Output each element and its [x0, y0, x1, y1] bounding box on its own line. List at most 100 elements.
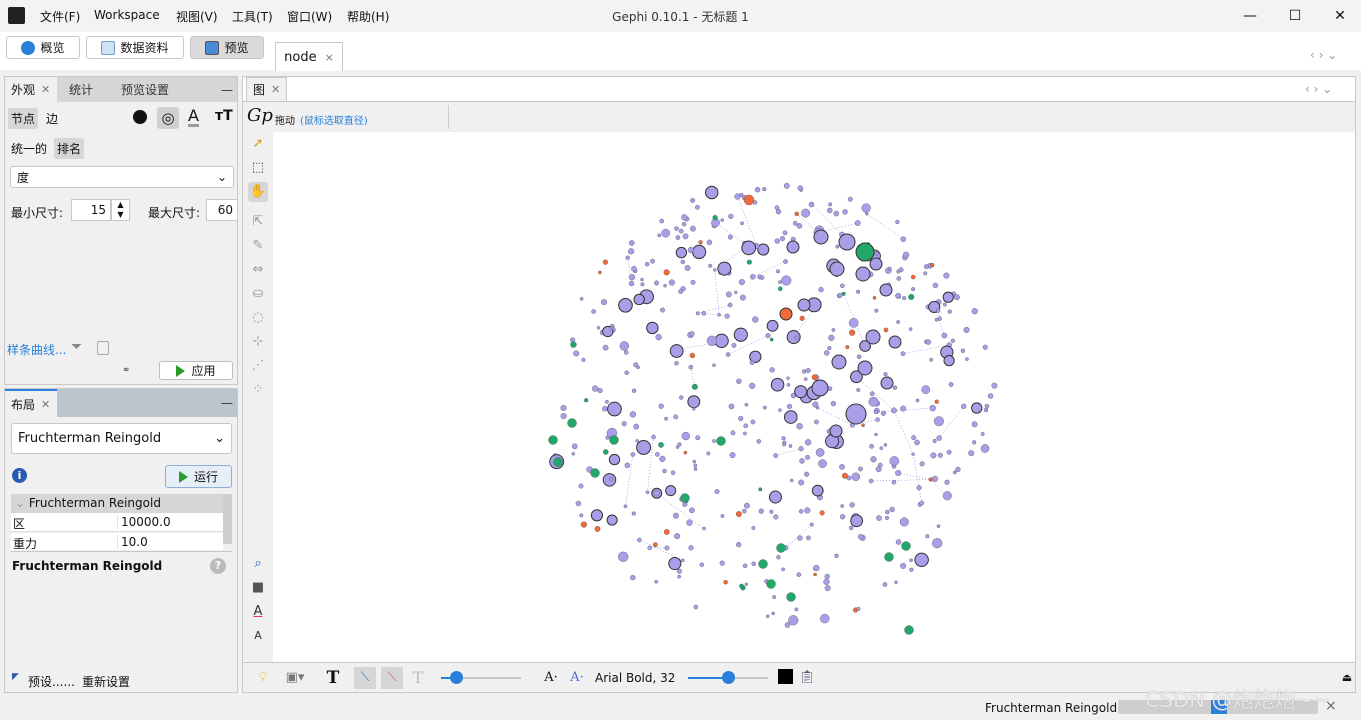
graph-node[interactable]: [673, 414, 679, 420]
graph-node[interactable]: [944, 479, 950, 485]
graph-node[interactable]: [948, 382, 954, 387]
graph-node[interactable]: [678, 228, 684, 234]
graph-node[interactable]: [783, 410, 798, 424]
graph-node[interactable]: [882, 582, 888, 587]
graph-node[interactable]: [743, 431, 747, 436]
graph-node[interactable]: [693, 467, 698, 471]
max-size-input[interactable]: 60: [206, 199, 238, 221]
graph-node[interactable]: [889, 506, 895, 513]
doc-tab-node[interactable]: node ×: [275, 42, 343, 71]
graph-node[interactable]: [567, 418, 577, 428]
graph-node[interactable]: [655, 452, 660, 457]
graph-node[interactable]: [680, 558, 685, 563]
graph-node[interactable]: [827, 346, 832, 351]
graph-node[interactable]: [937, 316, 942, 321]
graph-node[interactable]: [811, 379, 829, 397]
graph-node[interactable]: [779, 307, 793, 321]
graph-node[interactable]: [751, 561, 756, 566]
graph-node[interactable]: [883, 372, 888, 377]
graph-node[interactable]: [640, 282, 645, 287]
graph-node[interactable]: [581, 357, 586, 362]
graph-node[interactable]: [608, 453, 621, 466]
graph-node[interactable]: [831, 354, 847, 370]
tab-layout[interactable]: 布局 ✕: [5, 389, 57, 417]
graph-node[interactable]: [908, 294, 915, 300]
graph-node[interactable]: [607, 401, 622, 417]
graph-node[interactable]: [602, 344, 609, 351]
graph-node[interactable]: [874, 251, 879, 256]
graph-node[interactable]: [658, 403, 664, 409]
graph-node[interactable]: [840, 504, 845, 508]
graph-node[interactable]: [749, 382, 756, 389]
graph-node[interactable]: [776, 269, 780, 274]
graph-node[interactable]: [739, 294, 746, 301]
property-row[interactable]: 重力 10.0: [11, 533, 223, 550]
graph-node[interactable]: [621, 421, 627, 427]
graph-node[interactable]: [941, 332, 948, 339]
minimize-panel-icon[interactable]: —: [215, 77, 239, 102]
graph-node[interactable]: [987, 393, 994, 399]
graph-node[interactable]: [578, 483, 584, 489]
property-scrollbar[interactable]: [223, 494, 232, 544]
graph-node[interactable]: [690, 225, 696, 232]
graph-node[interactable]: [856, 606, 861, 611]
graph-node[interactable]: [633, 362, 639, 368]
link-icon[interactable]: ⚭: [122, 365, 130, 376]
graph-node[interactable]: [706, 451, 711, 456]
graph-node[interactable]: [880, 410, 886, 416]
graph-node[interactable]: [714, 489, 720, 494]
spline-link[interactable]: 样条曲线...: [7, 341, 66, 358]
graph-node[interactable]: [784, 622, 791, 628]
graph-node[interactable]: [661, 228, 671, 238]
graph-node[interactable]: [734, 290, 738, 294]
graph-node[interactable]: [841, 291, 846, 296]
graph-node[interactable]: [868, 478, 874, 484]
graph-node[interactable]: [805, 368, 811, 373]
data-lab-button[interactable]: 数据资料: [86, 36, 184, 59]
paint-bucket-icon[interactable]: ⛀: [248, 284, 268, 304]
graph-node[interactable]: [738, 279, 745, 286]
graph-node[interactable]: [601, 299, 608, 306]
graph-node[interactable]: [786, 592, 796, 602]
add-edge-icon[interactable]: ⋰: [248, 356, 268, 376]
graph-node[interactable]: [937, 452, 943, 458]
lightbulb-icon[interactable]: 💡︎: [254, 667, 272, 689]
collapse-toolbar-icon[interactable]: ⏏: [1340, 667, 1354, 689]
graph-node[interactable]: [965, 357, 969, 361]
graph-node[interactable]: [689, 331, 695, 337]
font-color-icon[interactable]: A·: [568, 667, 586, 689]
graph-node[interactable]: [669, 344, 684, 358]
graph-node[interactable]: [706, 335, 717, 346]
graph-node[interactable]: [758, 508, 764, 514]
graph-node[interactable]: [888, 266, 892, 271]
graph-node[interactable]: [896, 320, 900, 324]
tab-scroll-arrows[interactable]: ‹ › ⌄: [1305, 82, 1332, 96]
graph-node[interactable]: [980, 432, 985, 436]
graph-node[interactable]: [674, 361, 679, 366]
graph-node[interactable]: [743, 423, 749, 429]
edge-color-icon[interactable]: ⟍: [381, 667, 403, 689]
tab-nodes[interactable]: 节点: [8, 108, 39, 129]
graph-node[interactable]: [687, 247, 694, 254]
graph-node[interactable]: [946, 449, 952, 455]
graph-node[interactable]: [796, 223, 803, 229]
graph-node[interactable]: [925, 534, 930, 539]
size-icon[interactable]: ◎: [157, 107, 179, 129]
graph-node[interactable]: [623, 504, 628, 509]
graph-node[interactable]: [929, 404, 936, 412]
graph-node[interactable]: [943, 272, 950, 279]
tab-scroll-arrows[interactable]: ‹ › ⌄: [1310, 48, 1337, 62]
graph-node[interactable]: [689, 352, 696, 359]
graph-node[interactable]: [891, 407, 897, 414]
label-color-icon[interactable]: A: [248, 602, 268, 622]
graph-node[interactable]: [682, 233, 689, 240]
graph-node[interactable]: [874, 432, 878, 437]
graph-node[interactable]: [653, 490, 660, 497]
graph-node[interactable]: [811, 484, 824, 497]
graph-node[interactable]: [717, 261, 732, 276]
graph-node[interactable]: [797, 535, 803, 541]
graph-node[interactable]: [742, 508, 747, 514]
graph-node[interactable]: [828, 202, 833, 207]
min-size-spinner[interactable]: ▲ ▼: [111, 199, 130, 221]
graph-node[interactable]: [739, 192, 744, 197]
